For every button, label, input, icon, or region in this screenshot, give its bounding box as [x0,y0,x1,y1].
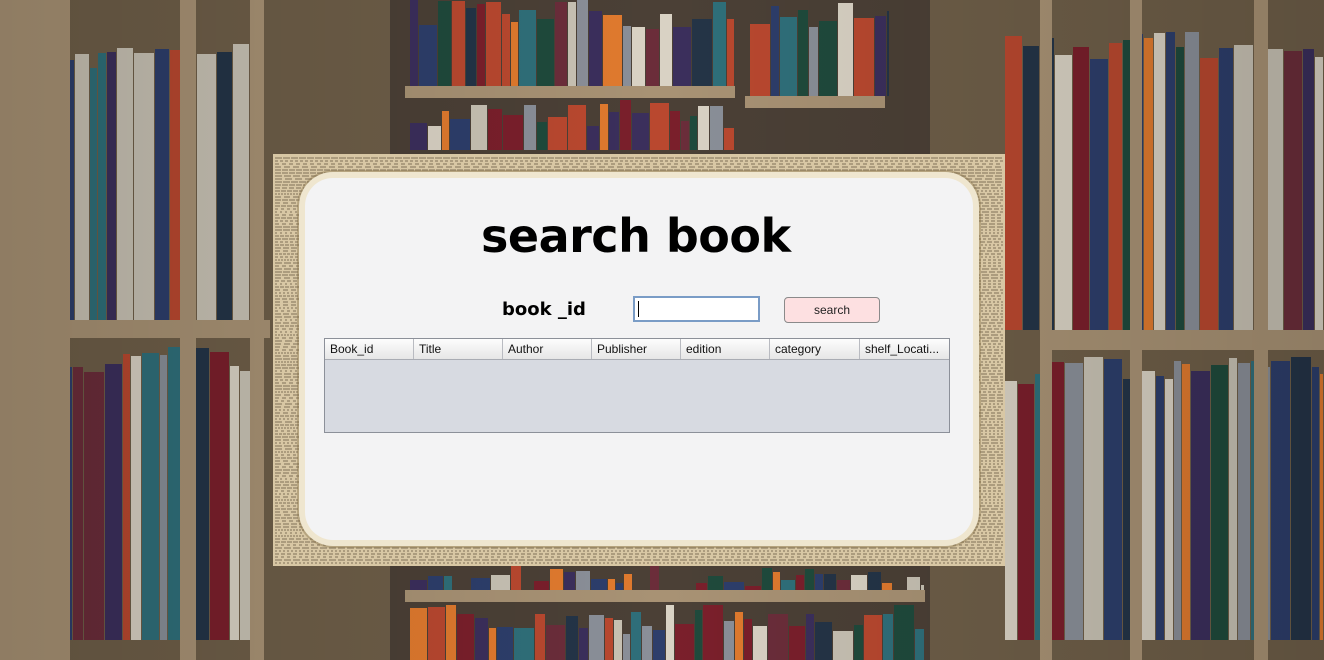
column-header-author[interactable]: Author [503,339,592,359]
table-body[interactable] [325,360,949,433]
table-header: Book_id Title Author Publisher edition c… [325,339,949,360]
column-header-edition[interactable]: edition [681,339,770,359]
results-table: Book_id Title Author Publisher edition c… [324,338,950,433]
column-header-title[interactable]: Title [414,339,503,359]
column-header-shelf-location[interactable]: shelf_Locati... [860,339,949,359]
search-button[interactable]: search [784,297,880,323]
column-header-category[interactable]: category [770,339,860,359]
column-header-book-id[interactable]: Book_id [325,339,414,359]
page-title: search book [481,209,791,263]
text-caret [638,301,639,317]
column-header-publisher[interactable]: Publisher [592,339,681,359]
book-id-input[interactable] [633,296,760,322]
book-id-label: book _id [502,299,586,320]
